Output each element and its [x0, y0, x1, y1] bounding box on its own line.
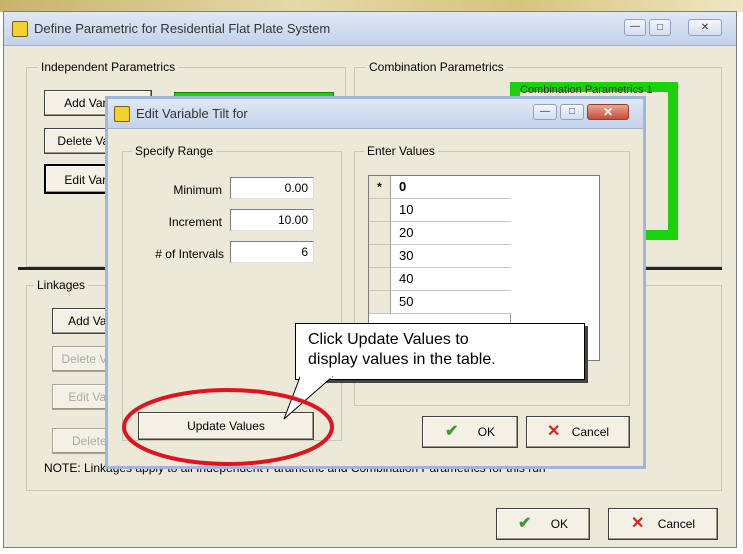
row-header	[369, 291, 391, 314]
increment-input[interactable]: 10.00	[230, 209, 314, 231]
row-header	[369, 268, 391, 291]
linkages-label: Linkages	[34, 278, 89, 292]
callout-line-1: Click Update Values to	[308, 331, 469, 348]
intervals-label: # of Intervals	[155, 247, 224, 261]
edit-dialog-title: Edit Variable Tilt for	[136, 106, 248, 121]
row-header	[369, 245, 391, 268]
edit-cancel-button[interactable]: ✕ Cancel	[526, 416, 630, 448]
value-cell[interactable]: 10	[391, 199, 511, 222]
main-dialog-title: Define Parametric for Residential Flat P…	[34, 21, 331, 36]
intervals-input[interactable]: 6	[230, 241, 314, 263]
callout-box: Click Update Values to display values in…	[295, 323, 585, 380]
values-row[interactable]: 20	[369, 222, 511, 245]
app-icon	[12, 21, 28, 37]
independent-parametrics-label: Independent Parametrics	[38, 60, 179, 74]
values-row[interactable]: 50	[369, 291, 511, 314]
edit-minimize-button[interactable]: —	[533, 104, 557, 120]
values-row[interactable]: 30	[369, 245, 511, 268]
edit-dialog-titlebar: Edit Variable Tilt for — □ ✕	[108, 99, 643, 129]
main-cancel-label: Cancel	[657, 517, 696, 531]
increment-label: Increment	[168, 215, 222, 229]
minimum-label: Minimum	[173, 183, 222, 197]
row-marker: *	[369, 176, 391, 199]
values-grid-rows: * 0 10 20 30 40 50	[369, 176, 511, 314]
row-header	[369, 199, 391, 222]
value-cell[interactable]: 40	[391, 268, 511, 291]
value-cell[interactable]: 30	[391, 245, 511, 268]
maximize-button[interactable]: □	[649, 19, 671, 36]
edit-dialog-icon	[114, 106, 130, 122]
combination-parametric-label: Combination Parametrics 1	[520, 84, 653, 96]
values-row[interactable]: 40	[369, 268, 511, 291]
value-cell[interactable]: 20	[391, 222, 511, 245]
value-cell[interactable]: 50	[391, 291, 511, 314]
edit-maximize-button[interactable]: □	[560, 104, 584, 120]
check-icon: ✔	[444, 423, 459, 440]
highlight-ellipse-icon	[122, 388, 334, 466]
edit-cancel-label: Cancel	[571, 425, 610, 439]
edit-close-button[interactable]: ✕	[587, 104, 629, 120]
row-header	[369, 222, 391, 245]
x-icon: ✕	[546, 423, 561, 440]
edit-ok-button[interactable]: ✔ OK	[422, 416, 518, 448]
main-ok-label: OK	[550, 517, 569, 531]
values-row[interactable]: 10	[369, 199, 511, 222]
x-icon: ✕	[630, 515, 645, 532]
minimum-input[interactable]: 0.00	[230, 177, 314, 199]
edit-ok-label: OK	[477, 425, 496, 439]
main-cancel-button[interactable]: ✕ Cancel	[608, 508, 718, 540]
specify-range-label: Specify Range	[132, 144, 217, 158]
values-row[interactable]: * 0	[369, 176, 511, 199]
value-cell[interactable]: 0	[391, 176, 511, 199]
check-icon: ✔	[517, 515, 532, 532]
combination-parametrics-label: Combination Parametrics	[366, 60, 507, 74]
minimize-button[interactable]: —	[624, 19, 646, 36]
callout-line-2: display values in the table.	[308, 351, 496, 368]
close-button[interactable]: ✕	[688, 19, 722, 36]
main-ok-button[interactable]: ✔ OK	[496, 508, 590, 540]
main-dialog-titlebar: Define Parametric for Residential Flat P…	[4, 12, 736, 46]
enter-values-label: Enter Values	[364, 144, 438, 158]
